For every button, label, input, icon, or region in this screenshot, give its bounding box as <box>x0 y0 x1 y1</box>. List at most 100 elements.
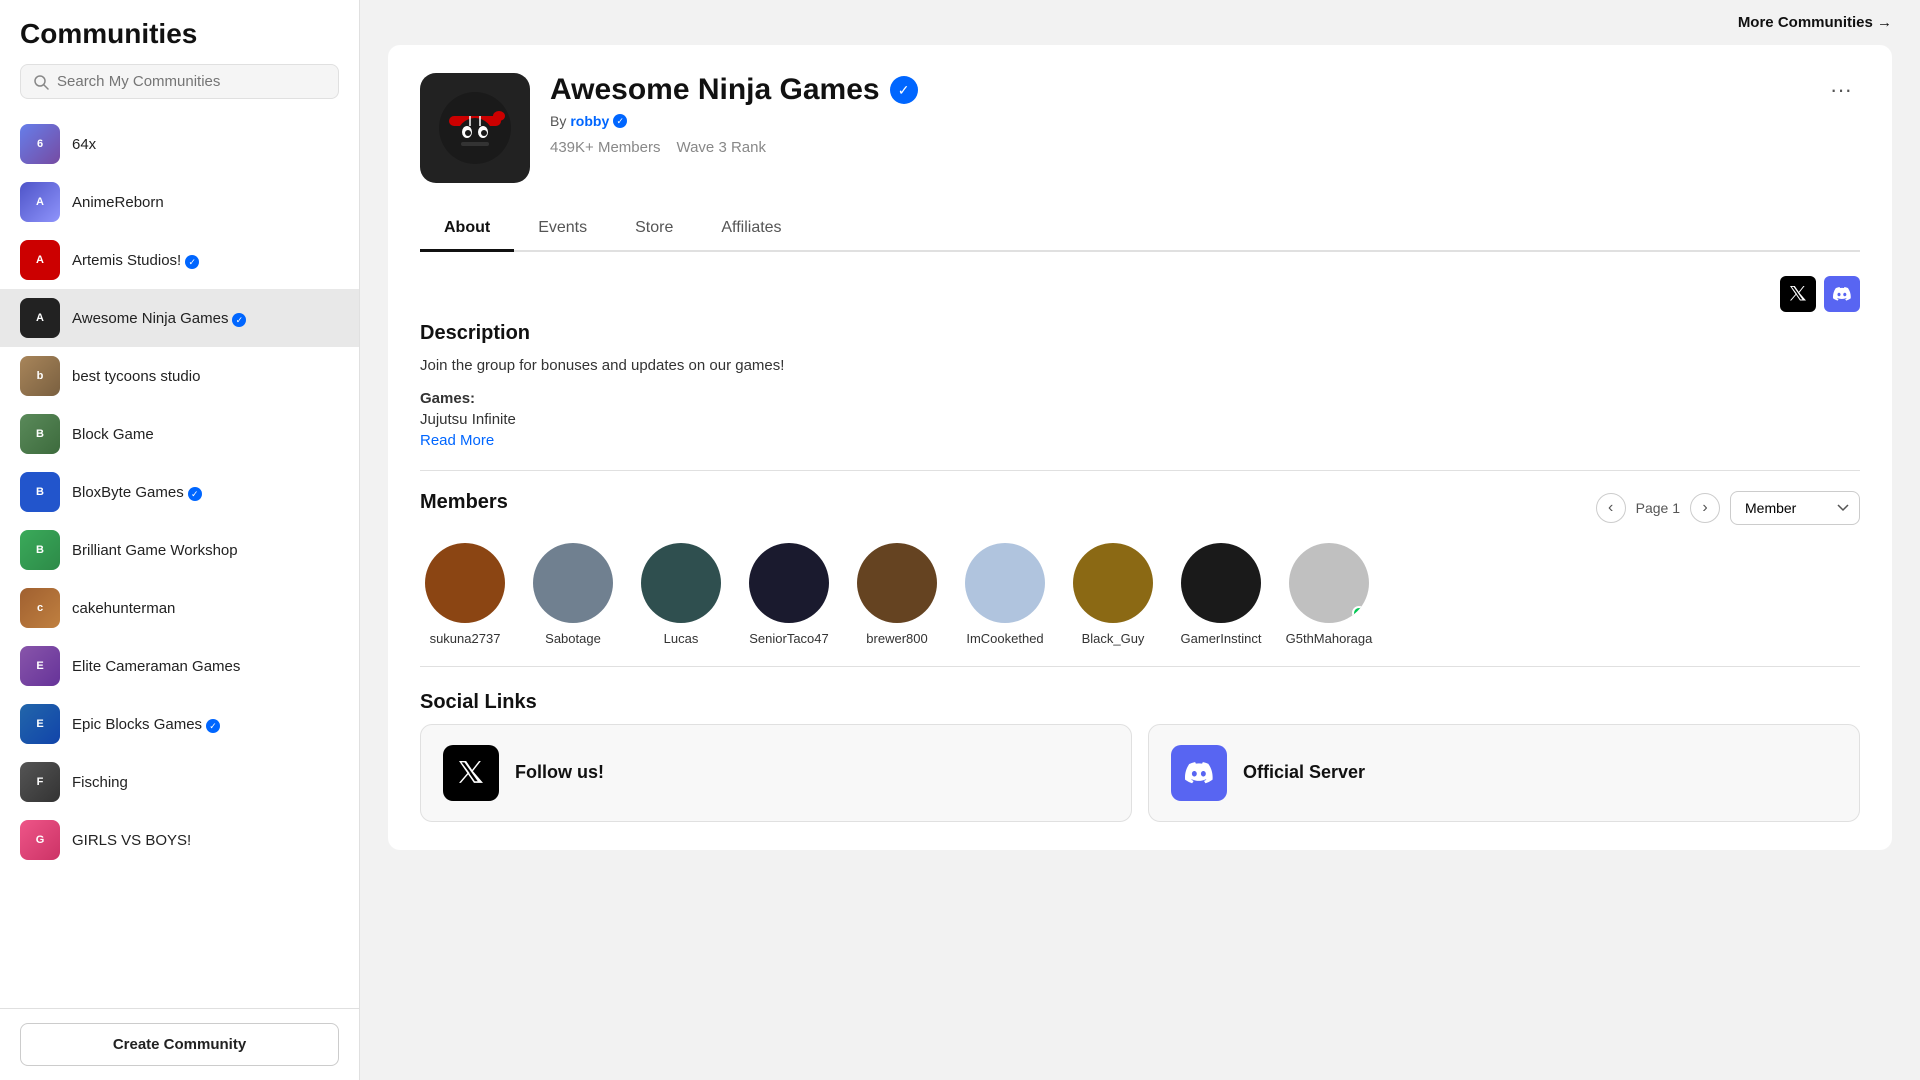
search-box[interactable] <box>20 64 339 99</box>
more-options-button[interactable]: ··· <box>1822 73 1860 107</box>
community-item-label: Elite Cameraman Games <box>72 658 240 675</box>
tab-about[interactable]: About <box>420 207 514 252</box>
community-card: Awesome Ninja Games ✓ By robby ✓ 439K+ M… <box>388 45 1892 850</box>
sidebar-title: Communities <box>20 18 339 50</box>
social-card-label: Official Server <box>1243 762 1365 783</box>
social-card-discord[interactable]: Official Server <box>1148 724 1860 822</box>
community-by: By robby ✓ <box>550 113 1802 129</box>
tabs: AboutEventsStoreAffiliates <box>420 207 1860 252</box>
social-card-label: Follow us! <box>515 762 604 783</box>
members-controls: ‹ Page 1 › MemberOfficerOwnerAll Roles <box>1596 491 1860 525</box>
community-item-label: Artemis Studios!✓ <box>72 252 199 269</box>
author-verified-badge: ✓ <box>613 114 627 128</box>
main-content: More Communities → <box>360 0 1920 1080</box>
community-item-label: BloxByte Games✓ <box>72 484 202 501</box>
tab-affiliates[interactable]: Affiliates <box>697 207 805 252</box>
community-item-label: Brilliant Game Workshop <box>72 542 238 559</box>
verified-icon: ✓ <box>185 255 199 269</box>
tab-store[interactable]: Store <box>611 207 697 252</box>
community-avatar: F <box>20 762 60 802</box>
member-avatar <box>857 543 937 623</box>
sidebar-item-cake[interactable]: ccakehunterman <box>0 579 359 637</box>
sidebar-item-elite[interactable]: EElite Cameraman Games <box>0 637 359 695</box>
community-avatar: 6 <box>20 124 60 164</box>
member-avatar <box>965 543 1045 623</box>
sidebar-item-girls[interactable]: GGIRLS VS BOYS! <box>0 811 359 869</box>
member-avatar <box>1289 543 1369 623</box>
member-name: Sabotage <box>545 631 601 646</box>
sidebar-item-epic[interactable]: EEpic Blocks Games✓ <box>0 695 359 753</box>
sidebar-item-brilliant[interactable]: B Brilliant Game Workshop <box>0 521 359 579</box>
member-avatar <box>1181 543 1261 623</box>
community-header: Awesome Ninja Games ✓ By robby ✓ 439K+ M… <box>420 73 1860 183</box>
create-community-button[interactable]: Create Community <box>20 1023 339 1066</box>
community-info: Awesome Ninja Games ✓ By robby ✓ 439K+ M… <box>550 73 1802 156</box>
member-name: SeniorTaco47 <box>749 631 829 646</box>
community-main-title: Awesome Ninja Games <box>550 73 880 107</box>
sidebar-item-awesome[interactable]: AAwesome Ninja Games✓ <box>0 289 359 347</box>
member-name: brewer800 <box>866 631 927 646</box>
discord-social-icon[interactable] <box>1824 276 1860 312</box>
member-card-blackguy[interactable]: Black_Guy <box>1068 543 1158 646</box>
member-card-imcook[interactable]: ImCookethed <box>960 543 1050 646</box>
member-avatar <box>425 543 505 623</box>
discord-icon <box>1171 745 1227 801</box>
search-input[interactable] <box>57 73 326 90</box>
member-name: Black_Guy <box>1082 631 1145 646</box>
sidebar-item-artemis[interactable]: AArtemis Studios!✓ <box>0 231 359 289</box>
members-stat: 439K+ Members <box>550 139 660 156</box>
member-avatar <box>749 543 829 623</box>
member-name: G5thMahoraga <box>1286 631 1373 646</box>
tab-events[interactable]: Events <box>514 207 611 252</box>
community-avatar: A <box>20 298 60 338</box>
verified-badge: ✓ <box>890 76 918 104</box>
online-badge <box>1352 606 1366 620</box>
search-icon <box>33 74 49 90</box>
social-card-twitter[interactable]: Follow us! <box>420 724 1132 822</box>
community-author[interactable]: robby <box>570 113 609 129</box>
prev-page-button[interactable]: ‹ <box>1596 493 1626 523</box>
member-avatar <box>533 543 613 623</box>
games-label: Games: <box>420 390 1860 407</box>
member-card-sabotage[interactable]: Sabotage <box>528 543 618 646</box>
sidebar-item-fisching[interactable]: FFisching <box>0 753 359 811</box>
community-logo <box>420 73 530 183</box>
member-filter-dropdown[interactable]: MemberOfficerOwnerAll Roles <box>1730 491 1860 525</box>
member-card-sukuna[interactable]: sukuna2737 <box>420 543 510 646</box>
social-links-section: Social Links Follow us! Official Server <box>420 691 1860 822</box>
next-page-button[interactable]: › <box>1690 493 1720 523</box>
member-card-lucas[interactable]: Lucas <box>636 543 726 646</box>
members-section: Members ‹ Page 1 › MemberOfficerOwnerAll… <box>420 491 1860 646</box>
sidebar-item-bloxbyte[interactable]: BBloxByte Games✓ <box>0 463 359 521</box>
top-bar: More Communities → <box>360 0 1920 45</box>
member-card-senior[interactable]: SeniorTaco47 <box>744 543 834 646</box>
sidebar-item-block[interactable]: BBlock Game <box>0 405 359 463</box>
sidebar-header: Communities <box>0 0 359 109</box>
member-card-g5th[interactable]: G5thMahoraga <box>1284 543 1374 646</box>
social-links-title: Social Links <box>420 691 1860 714</box>
community-avatar: B <box>20 530 60 570</box>
community-avatar: b <box>20 356 60 396</box>
community-avatar: c <box>20 588 60 628</box>
sidebar-item-best[interactable]: b best tycoons studio <box>0 347 359 405</box>
members-grid: sukuna2737 Sabotage Lucas SeniorTaco47 brewe… <box>420 543 1860 646</box>
community-item-label: best tycoons studio <box>72 368 200 385</box>
x-social-icon[interactable] <box>1780 276 1816 312</box>
community-item-label: AnimeReborn <box>72 194 164 211</box>
read-more-link[interactable]: Read More <box>420 432 494 449</box>
community-avatar: B <box>20 414 60 454</box>
description-title: Description <box>420 322 1860 345</box>
member-name: sukuna2737 <box>430 631 501 646</box>
member-card-gamerr[interactable]: GamerInstinct <box>1176 543 1266 646</box>
members-header: Members ‹ Page 1 › MemberOfficerOwnerAll… <box>420 491 1860 525</box>
member-name: ImCookethed <box>966 631 1043 646</box>
twitter-icon <box>443 745 499 801</box>
member-avatar <box>641 543 721 623</box>
member-avatar <box>1073 543 1153 623</box>
sidebar-item-animereborn[interactable]: AAnimeReborn <box>0 173 359 231</box>
sidebar-item-64x[interactable]: 664x <box>0 115 359 173</box>
more-communities-link[interactable]: More Communities → <box>1738 14 1892 31</box>
social-icons-row <box>420 276 1860 312</box>
member-card-brewer[interactable]: brewer800 <box>852 543 942 646</box>
rank-stat: Wave 3 Rank <box>676 139 766 156</box>
